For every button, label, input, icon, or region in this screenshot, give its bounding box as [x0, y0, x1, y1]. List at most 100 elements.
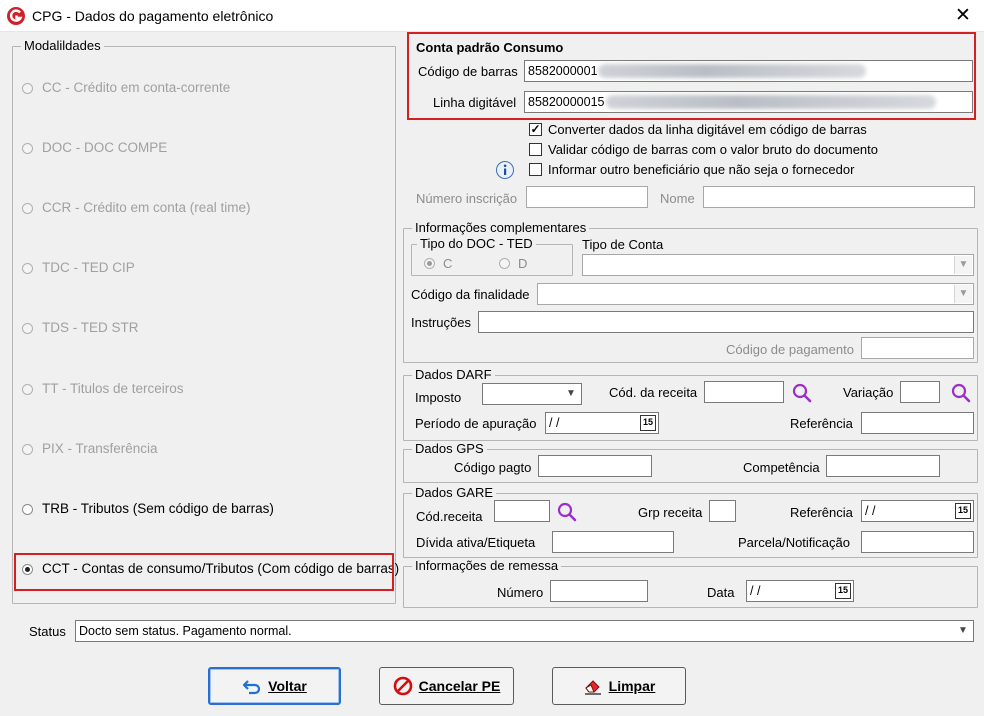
validar-label: Validar código de barras com o valor bru… — [548, 142, 879, 157]
status-select[interactable]: Docto sem status. Pagamento normal. ▼ — [75, 620, 974, 642]
parcela-input[interactable] — [861, 531, 974, 553]
modalidade-label[interactable]: PIX - Transferência — [42, 441, 158, 456]
conta-padrao-highlight — [407, 32, 976, 120]
modalidade-radio[interactable] — [22, 203, 33, 214]
converter-label: Converter dados da linha digitável em có… — [548, 122, 867, 137]
gare-cod-receita-label: Cód.receita — [416, 509, 483, 524]
modalidade-label[interactable]: CCR - Crédito em conta (real time) — [42, 200, 251, 215]
tipo-conta-select[interactable]: ▼ — [582, 254, 974, 276]
variacao-search-icon[interactable] — [950, 382, 972, 404]
cancelar-label: Cancelar PE — [418, 678, 501, 694]
informar-label: Informar outro beneficiário que não seja… — [548, 162, 855, 177]
status-dropdown-icon[interactable]: ▼ — [954, 622, 972, 640]
status-value: Docto sem status. Pagamento normal. — [79, 624, 292, 638]
modalidade-label[interactable]: DOC - DOC COMPE — [42, 140, 167, 155]
tipo-doc-legend: Tipo do DOC - TED — [417, 236, 536, 252]
voltar-button[interactable]: Voltar — [208, 667, 341, 705]
codigo-pagamento-label: Código de pagamento — [726, 342, 854, 357]
instrucoes-label: Instruções — [411, 315, 471, 330]
gare-cod-receita-search-icon[interactable] — [556, 501, 578, 523]
modalidade-label[interactable]: TDS - TED STR — [42, 320, 139, 335]
modalidade-radio[interactable] — [22, 384, 33, 395]
nome-label: Nome — [660, 191, 695, 206]
info-icon — [496, 161, 514, 179]
tipo-doc-group: Tipo do DOC - TED — [411, 236, 573, 276]
close-icon[interactable]: ✕ — [953, 6, 973, 26]
modalidade-radio[interactable] — [22, 83, 33, 94]
data-value: / / — [750, 584, 761, 598]
remessa-legend: Informações de remessa — [412, 558, 562, 574]
cod-receita-input[interactable] — [704, 381, 784, 403]
competencia-label: Competência — [743, 460, 820, 475]
imposto-select[interactable]: ▼ — [482, 383, 582, 405]
tipo-c-radio[interactable] — [424, 258, 435, 269]
data-input[interactable]: / / 15 — [746, 580, 854, 602]
status-label: Status — [29, 624, 66, 639]
finalidade-dropdown-icon[interactable]: ▼ — [954, 285, 972, 303]
periodo-label: Período de apuração — [415, 416, 537, 431]
cancelar-pe-button[interactable]: Cancelar PE — [379, 667, 514, 705]
data-calendar-icon[interactable]: 15 — [835, 583, 851, 599]
numero-inscricao-input[interactable] — [526, 186, 648, 208]
parcela-label: Parcela/Notificação — [738, 535, 850, 550]
finalidade-select[interactable]: ▼ — [537, 283, 974, 305]
gps-legend: Dados GPS — [412, 441, 487, 457]
periodo-calendar-icon[interactable]: 15 — [640, 415, 656, 431]
title-bar: CPG - Dados do pagamento eletrônico ✕ — [0, 0, 984, 32]
gare-referencia-calendar-icon[interactable]: 15 — [955, 503, 971, 519]
voltar-label: Voltar — [268, 678, 307, 694]
informar-checkbox[interactable] — [529, 163, 542, 176]
darf-referencia-input[interactable] — [861, 412, 974, 434]
imposto-dropdown-icon[interactable]: ▼ — [562, 385, 580, 403]
tipo-c-label: C — [443, 256, 453, 271]
eraser-icon — [584, 680, 601, 695]
limpar-button[interactable]: Limpar — [552, 667, 686, 705]
instrucoes-input[interactable] — [478, 311, 974, 333]
modalidade-label[interactable]: TT - Titulos de terceiros — [42, 381, 184, 396]
numero-inscricao-label: Número inscrição — [416, 191, 518, 206]
imposto-label: Imposto — [415, 390, 462, 405]
cpg-logo-icon — [7, 7, 25, 25]
periodo-input[interactable]: / / 15 — [545, 412, 659, 434]
validar-checkbox[interactable] — [529, 143, 542, 156]
cod-receita-search-icon[interactable] — [791, 382, 813, 404]
grp-receita-label: Grp receita — [638, 505, 703, 520]
gps-codigo-label: Código pagto — [454, 460, 532, 475]
converter-checkbox[interactable]: ✓ — [529, 123, 542, 136]
modalidade-radio[interactable] — [22, 263, 33, 274]
selected-modality-highlight — [14, 553, 394, 591]
periodo-value: / / — [549, 416, 560, 430]
modalidade-label[interactable]: TRB - Tributos (Sem código de barras) — [42, 501, 274, 516]
undo-arrow-icon — [243, 680, 261, 695]
divida-input[interactable] — [552, 531, 674, 553]
modalidade-radio[interactable] — [22, 504, 33, 515]
gare-cod-receita-input[interactable] — [494, 500, 550, 522]
gare-referencia-label: Referência — [790, 505, 853, 520]
competencia-input[interactable] — [826, 455, 940, 477]
tipo-conta-label: Tipo de Conta — [582, 237, 664, 252]
numero-input[interactable] — [550, 580, 648, 602]
darf-referencia-label: Referência — [790, 416, 853, 431]
finalidade-label: Código da finalidade — [411, 287, 530, 302]
tipo-d-radio[interactable] — [499, 258, 510, 269]
darf-legend: Dados DARF — [412, 367, 495, 383]
modalidades-legend: Modalildades — [21, 38, 104, 54]
variacao-label: Variação — [843, 385, 894, 400]
gare-referencia-input[interactable]: / / 15 — [861, 500, 974, 522]
gare-legend: Dados GARE — [412, 485, 497, 501]
codigo-pagamento-input[interactable] — [861, 337, 974, 359]
modalidade-label[interactable]: CC - Crédito em conta-corrente — [42, 80, 230, 95]
grp-receita-input[interactable] — [709, 500, 736, 522]
data-label: Data — [707, 585, 735, 600]
modalidade-radio[interactable] — [22, 143, 33, 154]
numero-label: Número — [497, 585, 544, 600]
tipo-conta-dropdown-icon[interactable]: ▼ — [954, 256, 972, 274]
divida-label: Dívida ativa/Etiqueta — [416, 535, 536, 550]
modalidade-radio[interactable] — [22, 444, 33, 455]
modalidade-label[interactable]: TDC - TED CIP — [42, 260, 135, 275]
variacao-input[interactable] — [900, 381, 940, 403]
nome-input[interactable] — [703, 186, 975, 208]
modalidade-radio[interactable] — [22, 323, 33, 334]
cancel-icon — [393, 676, 412, 696]
gps-codigo-input[interactable] — [538, 455, 652, 477]
